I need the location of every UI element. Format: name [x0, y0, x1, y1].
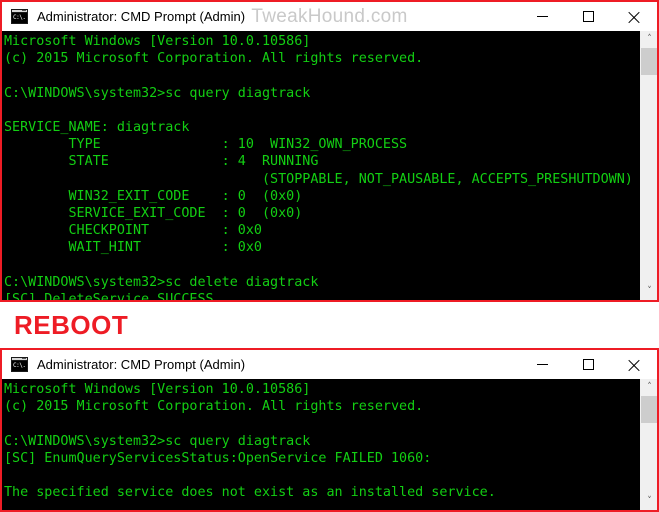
window-one-console-output[interactable]: Microsoft Windows [Version 10.0.10586] (… [2, 31, 640, 300]
window-one-controls [519, 2, 657, 31]
scrollbar-thumb[interactable] [641, 396, 657, 423]
minimize-button[interactable] [519, 2, 565, 31]
minimize-button[interactable] [519, 350, 565, 379]
minimize-icon [536, 16, 548, 17]
window-one-scrollbar[interactable]: ˄ ˅ [640, 31, 657, 300]
maximize-button[interactable] [565, 2, 611, 31]
reboot-label: REBOOT [14, 309, 129, 340]
close-button[interactable] [611, 2, 657, 31]
cmd-prompt-icon: C:\. [11, 9, 28, 24]
window-one-title-text: Administrator: CMD Prompt (Admin) [37, 9, 246, 24]
window-two-titlebar[interactable]: C:\. Administrator: CMD Prompt (Admin) [2, 350, 657, 379]
close-button[interactable] [611, 350, 657, 379]
cmd-icon-screen-text: C:\. [12, 361, 27, 371]
cmd-window-after-reboot: C:\. Administrator: CMD Prompt (Admin) M… [0, 348, 659, 512]
window-two-console: Microsoft Windows [Version 10.0.10586] (… [2, 379, 657, 510]
close-icon [628, 358, 641, 371]
scroll-down-arrow-icon[interactable]: ˅ [641, 283, 657, 300]
maximize-icon [582, 11, 594, 22]
window-two-console-output[interactable]: Microsoft Windows [Version 10.0.10586] (… [2, 379, 640, 510]
window-one-titlebar[interactable]: C:\. Administrator: CMD Prompt (Admin) T… [2, 2, 657, 31]
maximize-icon [582, 359, 594, 370]
window-two-controls [519, 350, 657, 379]
cmd-window-before-reboot: C:\. Administrator: CMD Prompt (Admin) T… [0, 0, 659, 302]
cmd-prompt-icon: C:\. [11, 357, 28, 372]
close-icon [628, 10, 641, 23]
minimize-icon [536, 364, 548, 365]
window-two-title-group: C:\. Administrator: CMD Prompt (Admin) [2, 357, 245, 372]
window-one-title-group: C:\. Administrator: CMD Prompt (Admin) [2, 9, 245, 24]
screenshot-root: C:\. Administrator: CMD Prompt (Admin) T… [0, 0, 659, 512]
scrollbar-thumb[interactable] [641, 48, 657, 75]
scroll-up-arrow-icon[interactable]: ˄ [641, 379, 657, 396]
window-two-title-text: Administrator: CMD Prompt (Admin) [37, 357, 246, 372]
reboot-instruction-band: REBOOT [0, 302, 659, 348]
scroll-up-arrow-icon[interactable]: ˄ [641, 31, 657, 48]
cmd-icon-screen-text: C:\. [12, 13, 27, 23]
window-one-console: Microsoft Windows [Version 10.0.10586] (… [2, 31, 657, 300]
scroll-down-arrow-icon[interactable]: ˅ [641, 493, 657, 510]
window-two-scrollbar[interactable]: ˄ ˅ [640, 379, 657, 510]
maximize-button[interactable] [565, 350, 611, 379]
